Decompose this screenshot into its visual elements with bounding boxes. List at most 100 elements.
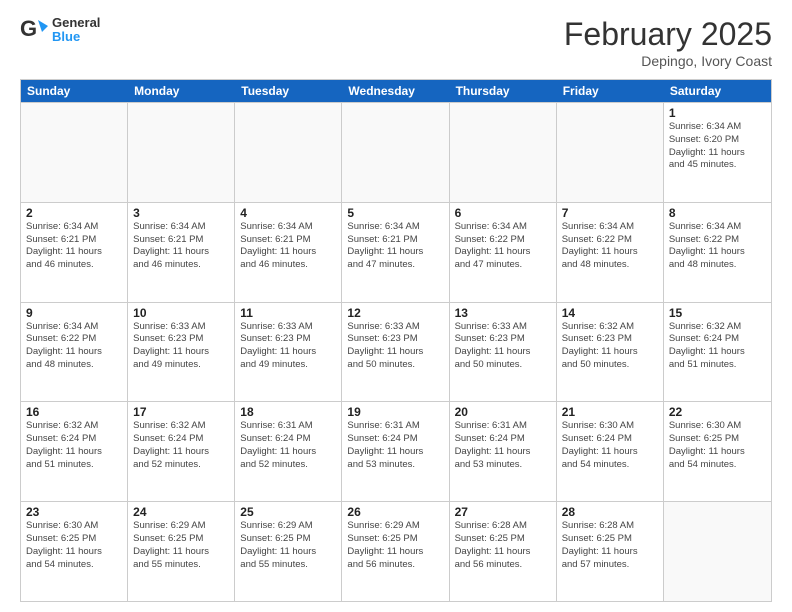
page: G General Blue February 2025 Depingo, Iv… — [0, 0, 792, 612]
day-header: Thursday — [450, 80, 557, 102]
cell-info: Sunrise: 6:29 AM Sunset: 6:25 PM Dayligh… — [347, 520, 443, 571]
calendar-cell: 18Sunrise: 6:31 AM Sunset: 6:24 PM Dayli… — [235, 402, 342, 501]
calendar-cell: 13Sunrise: 6:33 AM Sunset: 6:23 PM Dayli… — [450, 303, 557, 402]
cell-day-number: 26 — [347, 505, 443, 519]
cell-day-number: 20 — [455, 405, 551, 419]
cell-info: Sunrise: 6:34 AM Sunset: 6:21 PM Dayligh… — [347, 221, 443, 272]
day-header: Tuesday — [235, 80, 342, 102]
week-row: 1Sunrise: 6:34 AM Sunset: 6:20 PM Daylig… — [21, 102, 771, 202]
cell-info: Sunrise: 6:28 AM Sunset: 6:25 PM Dayligh… — [562, 520, 658, 571]
calendar-cell: 17Sunrise: 6:32 AM Sunset: 6:24 PM Dayli… — [128, 402, 235, 501]
header: G General Blue February 2025 Depingo, Iv… — [20, 16, 772, 69]
cell-info: Sunrise: 6:30 AM Sunset: 6:25 PM Dayligh… — [26, 520, 122, 571]
cell-day-number: 16 — [26, 405, 122, 419]
cell-info: Sunrise: 6:29 AM Sunset: 6:25 PM Dayligh… — [240, 520, 336, 571]
cell-day-number: 1 — [669, 106, 766, 120]
cell-day-number: 17 — [133, 405, 229, 419]
cell-day-number: 11 — [240, 306, 336, 320]
title-block: February 2025 Depingo, Ivory Coast — [564, 16, 772, 69]
cell-day-number: 21 — [562, 405, 658, 419]
calendar-cell: 5Sunrise: 6:34 AM Sunset: 6:21 PM Daylig… — [342, 203, 449, 302]
cell-day-number: 5 — [347, 206, 443, 220]
calendar-cell: 4Sunrise: 6:34 AM Sunset: 6:21 PM Daylig… — [235, 203, 342, 302]
calendar-cell: 24Sunrise: 6:29 AM Sunset: 6:25 PM Dayli… — [128, 502, 235, 601]
calendar-cell — [128, 103, 235, 202]
cell-info: Sunrise: 6:32 AM Sunset: 6:24 PM Dayligh… — [133, 420, 229, 471]
calendar-cell: 9Sunrise: 6:34 AM Sunset: 6:22 PM Daylig… — [21, 303, 128, 402]
logo: G General Blue — [20, 16, 100, 45]
cell-day-number: 14 — [562, 306, 658, 320]
cell-info: Sunrise: 6:32 AM Sunset: 6:23 PM Dayligh… — [562, 321, 658, 372]
calendar-cell: 20Sunrise: 6:31 AM Sunset: 6:24 PM Dayli… — [450, 402, 557, 501]
cell-info: Sunrise: 6:34 AM Sunset: 6:22 PM Dayligh… — [562, 221, 658, 272]
cell-day-number: 23 — [26, 505, 122, 519]
cell-info: Sunrise: 6:34 AM Sunset: 6:22 PM Dayligh… — [26, 321, 122, 372]
calendar-cell — [21, 103, 128, 202]
calendar-cell: 14Sunrise: 6:32 AM Sunset: 6:23 PM Dayli… — [557, 303, 664, 402]
calendar-cell: 3Sunrise: 6:34 AM Sunset: 6:21 PM Daylig… — [128, 203, 235, 302]
calendar-cell — [664, 502, 771, 601]
week-row: 16Sunrise: 6:32 AM Sunset: 6:24 PM Dayli… — [21, 401, 771, 501]
logo-icon: G — [20, 16, 48, 44]
calendar-cell: 1Sunrise: 6:34 AM Sunset: 6:20 PM Daylig… — [664, 103, 771, 202]
week-row: 9Sunrise: 6:34 AM Sunset: 6:22 PM Daylig… — [21, 302, 771, 402]
cell-day-number: 28 — [562, 505, 658, 519]
calendar: SundayMondayTuesdayWednesdayThursdayFrid… — [20, 79, 772, 602]
calendar-cell — [450, 103, 557, 202]
cell-day-number: 4 — [240, 206, 336, 220]
day-header: Wednesday — [342, 80, 449, 102]
cell-day-number: 2 — [26, 206, 122, 220]
cell-day-number: 8 — [669, 206, 766, 220]
calendar-cell: 22Sunrise: 6:30 AM Sunset: 6:25 PM Dayli… — [664, 402, 771, 501]
calendar-cell — [557, 103, 664, 202]
cell-info: Sunrise: 6:31 AM Sunset: 6:24 PM Dayligh… — [455, 420, 551, 471]
cell-info: Sunrise: 6:33 AM Sunset: 6:23 PM Dayligh… — [133, 321, 229, 372]
cell-day-number: 27 — [455, 505, 551, 519]
cell-info: Sunrise: 6:30 AM Sunset: 6:25 PM Dayligh… — [669, 420, 766, 471]
cell-info: Sunrise: 6:34 AM Sunset: 6:22 PM Dayligh… — [455, 221, 551, 272]
location: Depingo, Ivory Coast — [564, 53, 772, 69]
cell-info: Sunrise: 6:33 AM Sunset: 6:23 PM Dayligh… — [347, 321, 443, 372]
cell-info: Sunrise: 6:31 AM Sunset: 6:24 PM Dayligh… — [347, 420, 443, 471]
cell-info: Sunrise: 6:34 AM Sunset: 6:21 PM Dayligh… — [240, 221, 336, 272]
weeks: 1Sunrise: 6:34 AM Sunset: 6:20 PM Daylig… — [21, 102, 771, 601]
cell-day-number: 24 — [133, 505, 229, 519]
week-row: 2Sunrise: 6:34 AM Sunset: 6:21 PM Daylig… — [21, 202, 771, 302]
cell-day-number: 7 — [562, 206, 658, 220]
calendar-cell: 15Sunrise: 6:32 AM Sunset: 6:24 PM Dayli… — [664, 303, 771, 402]
logo-text1: General — [52, 16, 100, 30]
calendar-cell: 19Sunrise: 6:31 AM Sunset: 6:24 PM Dayli… — [342, 402, 449, 501]
cell-info: Sunrise: 6:33 AM Sunset: 6:23 PM Dayligh… — [455, 321, 551, 372]
day-headers: SundayMondayTuesdayWednesdayThursdayFrid… — [21, 80, 771, 102]
cell-info: Sunrise: 6:34 AM Sunset: 6:21 PM Dayligh… — [133, 221, 229, 272]
calendar-cell: 6Sunrise: 6:34 AM Sunset: 6:22 PM Daylig… — [450, 203, 557, 302]
cell-day-number: 22 — [669, 405, 766, 419]
cell-day-number: 13 — [455, 306, 551, 320]
calendar-cell: 26Sunrise: 6:29 AM Sunset: 6:25 PM Dayli… — [342, 502, 449, 601]
calendar-cell: 16Sunrise: 6:32 AM Sunset: 6:24 PM Dayli… — [21, 402, 128, 501]
cell-day-number: 6 — [455, 206, 551, 220]
day-header: Friday — [557, 80, 664, 102]
cell-day-number: 10 — [133, 306, 229, 320]
cell-info: Sunrise: 6:30 AM Sunset: 6:24 PM Dayligh… — [562, 420, 658, 471]
calendar-cell — [235, 103, 342, 202]
cell-day-number: 15 — [669, 306, 766, 320]
logo-text2: Blue — [52, 30, 100, 44]
cell-day-number: 25 — [240, 505, 336, 519]
cell-info: Sunrise: 6:33 AM Sunset: 6:23 PM Dayligh… — [240, 321, 336, 372]
month-title: February 2025 — [564, 16, 772, 53]
cell-info: Sunrise: 6:34 AM Sunset: 6:22 PM Dayligh… — [669, 221, 766, 272]
cell-info: Sunrise: 6:31 AM Sunset: 6:24 PM Dayligh… — [240, 420, 336, 471]
calendar-cell: 2Sunrise: 6:34 AM Sunset: 6:21 PM Daylig… — [21, 203, 128, 302]
calendar-cell: 27Sunrise: 6:28 AM Sunset: 6:25 PM Dayli… — [450, 502, 557, 601]
svg-text:G: G — [20, 16, 37, 41]
cell-info: Sunrise: 6:34 AM Sunset: 6:21 PM Dayligh… — [26, 221, 122, 272]
calendar-cell: 28Sunrise: 6:28 AM Sunset: 6:25 PM Dayli… — [557, 502, 664, 601]
day-header: Sunday — [21, 80, 128, 102]
day-header: Monday — [128, 80, 235, 102]
calendar-cell — [342, 103, 449, 202]
calendar-cell: 11Sunrise: 6:33 AM Sunset: 6:23 PM Dayli… — [235, 303, 342, 402]
cell-day-number: 9 — [26, 306, 122, 320]
cell-info: Sunrise: 6:32 AM Sunset: 6:24 PM Dayligh… — [26, 420, 122, 471]
calendar-cell: 23Sunrise: 6:30 AM Sunset: 6:25 PM Dayli… — [21, 502, 128, 601]
